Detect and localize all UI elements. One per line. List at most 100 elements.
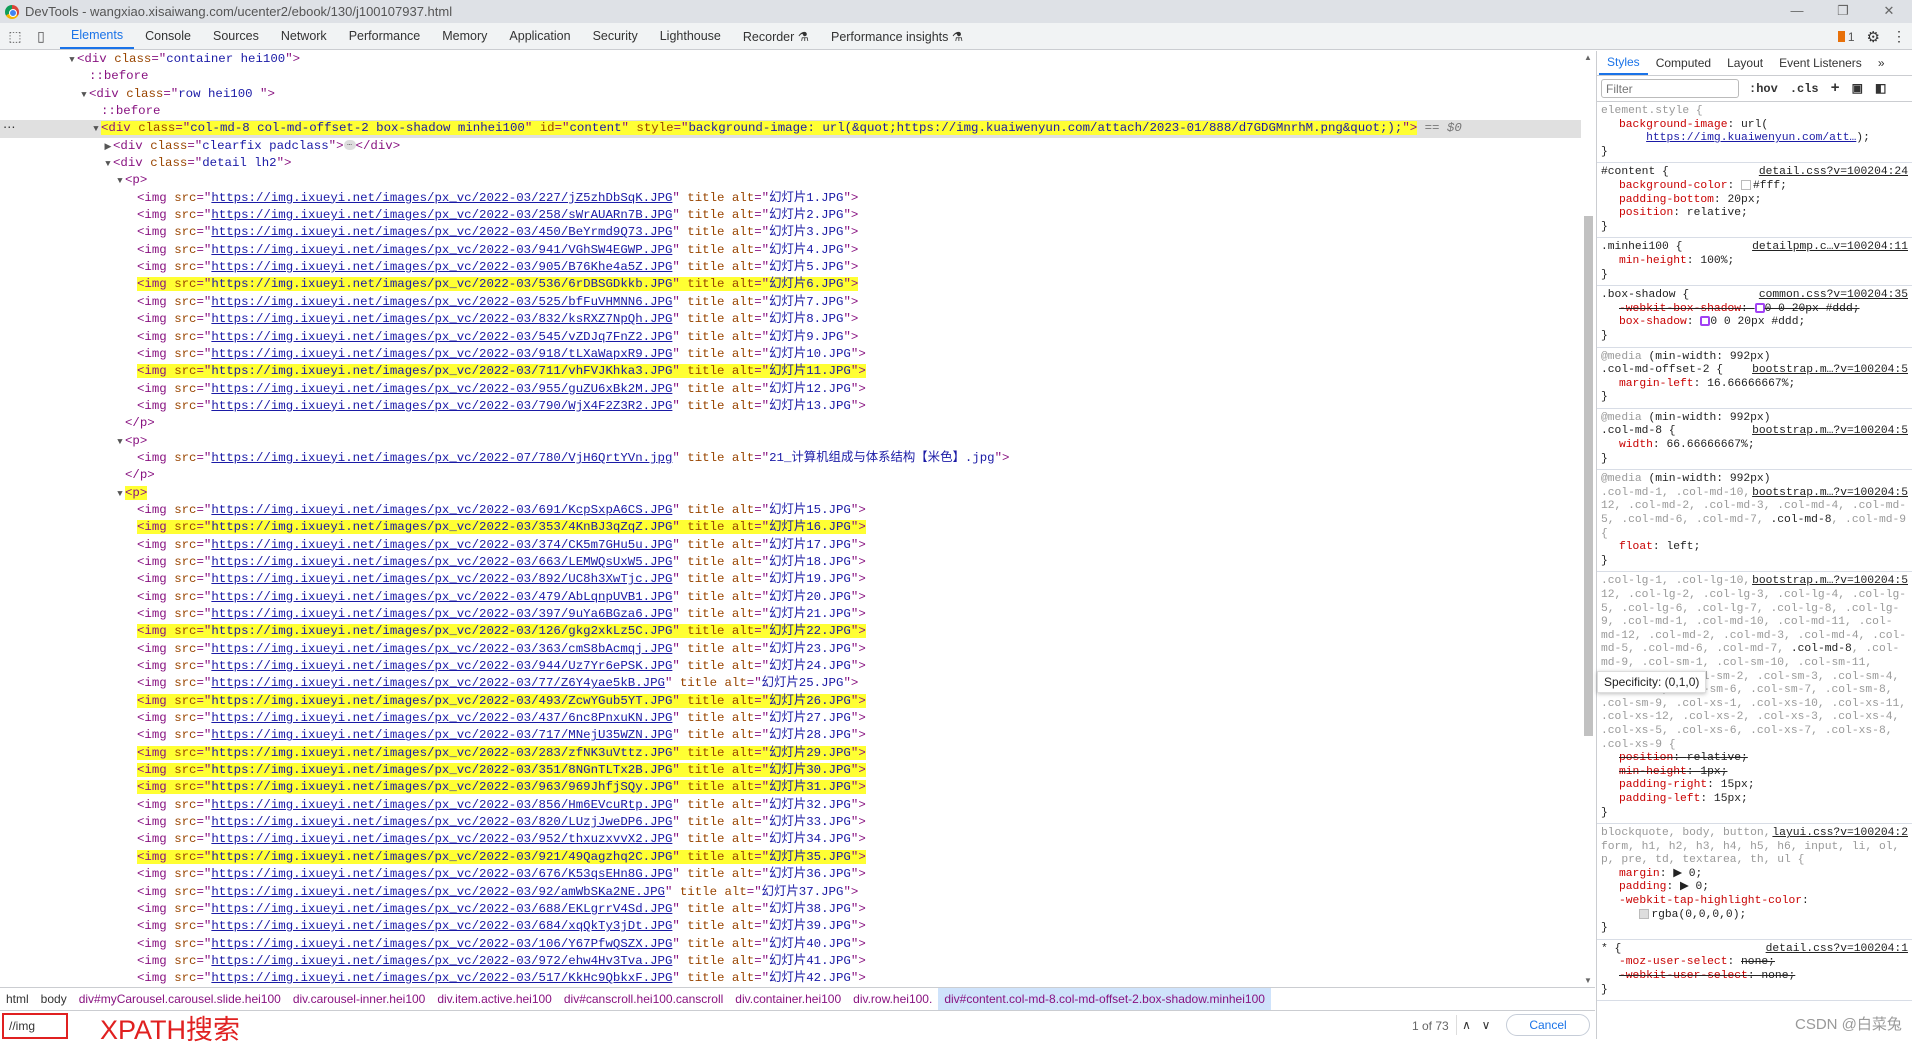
expand-triangle-icon[interactable]: ▼ <box>115 434 125 451</box>
img-row[interactable]: <img src="https://img.ixueyi.net/images/… <box>0 762 1581 779</box>
scroll-up-arrow-icon[interactable]: ▲ <box>1584 53 1592 62</box>
img-row[interactable]: <img src="https://img.ixueyi.net/images/… <box>0 242 1581 259</box>
styles-filter-input[interactable] <box>1601 79 1739 98</box>
img-src-link[interactable]: https://img.ixueyi.net/images/px_vc/2022… <box>211 382 672 396</box>
tab-performance-insights[interactable]: Performance insights ⚗ <box>820 23 974 49</box>
collapsed-content-icon[interactable]: … <box>343 140 356 151</box>
css-property[interactable]: -webkit-user-select: none; <box>1601 970 1908 984</box>
img-src-link[interactable]: https://img.ixueyi.net/images/px_vc/2022… <box>211 225 672 239</box>
tab-memory[interactable]: Memory <box>431 23 498 49</box>
tab-security[interactable]: Security <box>582 23 649 49</box>
rule-source-link[interactable]: bootstrap.m…?v=100204:5 <box>1748 575 1908 589</box>
dom-node-row[interactable]: ::before <box>0 68 1581 85</box>
img-row[interactable]: <img src="https://img.ixueyi.net/images/… <box>0 346 1581 363</box>
color-swatch[interactable] <box>1639 908 1650 919</box>
issues-badge[interactable]: 1 <box>1837 30 1855 44</box>
elements-scrollbar[interactable]: ▲ ▼ <box>1582 51 1595 987</box>
img-src-link[interactable]: https://img.ixueyi.net/images/px_vc/2022… <box>211 312 672 326</box>
css-property[interactable]: -webkit-box-shadow: 0 0 20px #ddd; <box>1601 303 1908 317</box>
dom-node-row[interactable]: ▼ <div class="row hei100 "> <box>0 86 1581 103</box>
shadow-editor-icon[interactable] <box>1754 302 1765 313</box>
rule-source-link[interactable]: layui.css?v=100204:2 <box>1768 827 1908 841</box>
img-row[interactable]: <img src="https://img.ixueyi.net/images/… <box>0 693 1581 710</box>
css-property[interactable]: padding-bottom: 20px; <box>1601 194 1908 208</box>
inspect-element-icon[interactable]: ⬚ <box>4 23 26 49</box>
property-value[interactable]: relative; <box>1687 207 1748 219</box>
property-value[interactable]: 1px; <box>1700 766 1727 778</box>
img-src-link[interactable]: https://img.ixueyi.net/images/px_vc/2022… <box>211 572 672 586</box>
img-src-link[interactable]: https://img.ixueyi.net/images/px_vc/2022… <box>211 642 672 656</box>
property-name[interactable]: padding-right <box>1619 779 1707 791</box>
expand-triangle-icon[interactable]: ▼ <box>79 87 89 104</box>
img-src-link[interactable]: https://img.ixueyi.net/images/px_vc/2022… <box>211 520 672 534</box>
css-property[interactable]: padding-right: 15px; <box>1601 779 1908 793</box>
paragraph-close-row[interactable]: </p> <box>0 467 1581 484</box>
scrollbar-thumb[interactable] <box>1584 216 1593 736</box>
property-name[interactable]: box-shadow <box>1619 316 1687 328</box>
tab-sources[interactable]: Sources <box>202 23 270 49</box>
expand-triangle-icon[interactable]: ▼ <box>103 156 113 173</box>
property-name[interactable]: padding-left <box>1619 793 1700 805</box>
property-value[interactable]: url( <box>1741 119 1768 131</box>
property-name[interactable]: background-color <box>1619 180 1727 192</box>
img-src-link[interactable]: https://img.ixueyi.net/images/px_vc/2022… <box>211 746 672 760</box>
paragraph-row[interactable]: ▼ <p> <box>0 172 1581 189</box>
img-src-link[interactable]: https://img.ixueyi.net/images/px_vc/2022… <box>211 763 672 777</box>
img-row[interactable]: <img src="https://img.ixueyi.net/images/… <box>0 710 1581 727</box>
img-row[interactable]: <img src="https://img.ixueyi.net/images/… <box>0 866 1581 883</box>
tab-application[interactable]: Application <box>498 23 581 49</box>
img-src-link[interactable]: https://img.ixueyi.net/images/px_vc/2022… <box>211 624 672 638</box>
rule-source-link[interactable]: bootstrap.m…?v=100204:5 <box>1748 425 1908 440</box>
css-property[interactable]: -webkit-tap-highlight-color: rgba(0,0,0,… <box>1601 895 1908 922</box>
property-value[interactable]: 0 0 20px #ddd; <box>1765 303 1860 315</box>
rule-source-link[interactable]: detailpmp.c…v=100204:11 <box>1748 241 1908 255</box>
property-name[interactable]: -webkit-user-select <box>1619 970 1748 982</box>
breadcrumb-item[interactable]: div#canscroll.hei100.canscroll <box>558 988 729 1011</box>
img-src-link[interactable]: https://img.ixueyi.net/images/px_vc/2022… <box>211 364 672 378</box>
property-value[interactable]: 15px; <box>1714 793 1748 805</box>
property-name[interactable]: -webkit-box-shadow <box>1619 303 1741 315</box>
device-toolbar-icon[interactable]: ▯ <box>30 23 52 49</box>
cls-toggle[interactable]: .cls <box>1790 82 1819 96</box>
img-row[interactable]: <img src="https://img.ixueyi.net/images/… <box>0 953 1581 970</box>
breadcrumb-item[interactable]: body <box>35 988 73 1011</box>
styles-tab-styles[interactable]: Styles <box>1599 51 1648 75</box>
breadcrumb-item[interactable]: div.container.hei100 <box>729 988 847 1011</box>
css-property[interactable]: margin-left: 16.66666667%; <box>1601 378 1908 392</box>
cancel-search-button[interactable]: Cancel <box>1506 1014 1590 1036</box>
img-src-link[interactable]: https://img.ixueyi.net/images/px_vc/2022… <box>211 885 665 899</box>
property-value[interactable]: 100%; <box>1700 255 1734 267</box>
img-row[interactable]: <img src="https://img.ixueyi.net/images/… <box>0 936 1581 953</box>
minimize-button[interactable]: — <box>1774 0 1820 23</box>
img-src-link[interactable]: https://img.ixueyi.net/images/px_vc/2022… <box>211 937 672 951</box>
tab-network[interactable]: Network <box>270 23 338 49</box>
color-swatch[interactable] <box>1741 179 1752 190</box>
dom-node-row[interactable]: ::before <box>0 103 1581 120</box>
img-row[interactable]: <img src="https://img.ixueyi.net/images/… <box>0 606 1581 623</box>
img-src-link[interactable]: https://img.ixueyi.net/images/px_vc/2022… <box>211 815 672 829</box>
img-row[interactable]: <img src="https://img.ixueyi.net/images/… <box>0 745 1581 762</box>
img-src-link[interactable]: https://img.ixueyi.net/images/px_vc/2022… <box>211 694 672 708</box>
styles-tab-event-listeners[interactable]: Event Listeners <box>1771 51 1870 75</box>
xpath-search-input[interactable]: //img <box>2 1013 68 1039</box>
img-row[interactable]: <img src="https://img.ixueyi.net/images/… <box>0 589 1581 606</box>
tab-performance[interactable]: Performance <box>338 23 432 49</box>
img-src-link[interactable]: https://img.ixueyi.net/images/px_vc/2022… <box>211 260 672 274</box>
property-name[interactable]: min-height <box>1619 255 1687 267</box>
img-src-link[interactable]: https://img.ixueyi.net/images/px_vc/2022… <box>211 503 672 517</box>
breadcrumb-item[interactable]: div.row.hei100. <box>847 988 938 1011</box>
css-property[interactable]: width: 66.66666667%; <box>1601 439 1908 453</box>
img-row[interactable]: <img src="https://img.ixueyi.net/images/… <box>0 450 1581 467</box>
img-row[interactable]: <img src="https://img.ixueyi.net/images/… <box>0 329 1581 346</box>
expand-triangle-icon[interactable]: ▼ <box>91 121 101 138</box>
css-property[interactable]: margin: ▶ 0; <box>1601 868 1908 882</box>
paragraph-row[interactable]: ▼ <p> <box>0 485 1581 502</box>
property-name[interactable]: width <box>1619 439 1653 451</box>
img-row[interactable]: <img src="https://img.ixueyi.net/images/… <box>0 519 1581 536</box>
css-property[interactable]: position: relative; <box>1601 207 1908 221</box>
expand-triangle-icon[interactable]: ▼ <box>67 52 77 69</box>
img-row[interactable]: <img src="https://img.ixueyi.net/images/… <box>0 311 1581 328</box>
shadow-editor-icon[interactable] <box>1700 316 1711 327</box>
img-row[interactable]: <img src="https://img.ixueyi.net/images/… <box>0 276 1581 293</box>
img-row[interactable]: <img src="https://img.ixueyi.net/images/… <box>0 398 1581 415</box>
